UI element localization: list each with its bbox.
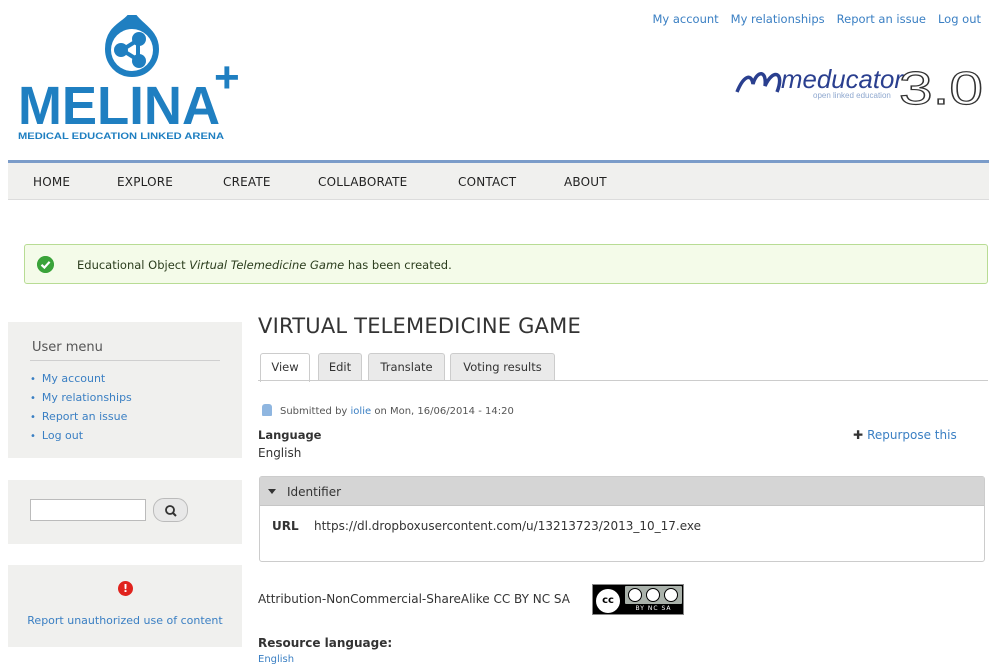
status-object-title: Virtual Telemedicine Game <box>189 258 345 272</box>
top-link-report-issue[interactable]: Report an issue <box>837 12 926 26</box>
search-block <box>8 480 242 544</box>
user-menu-my-account[interactable]: My account <box>30 370 132 389</box>
user-menu-report-issue[interactable]: Report an issue <box>30 408 132 427</box>
search-icon <box>165 505 177 517</box>
status-message: Educational Object Virtual Telemedicine … <box>24 244 988 284</box>
resource-language-label: Resource language: <box>258 636 393 650</box>
user-menu-block: User menu My account My relationships Re… <box>8 322 242 458</box>
molecule-icon <box>104 15 160 78</box>
submitted-date: on Mon, 16/06/2014 - 14:20 <box>371 406 514 417</box>
identifier-fieldset: Identifier URL https://dl.dropboxusercon… <box>259 476 985 562</box>
status-prefix: Educational Object <box>77 258 190 272</box>
identifier-toggle[interactable]: Identifier <box>260 477 984 506</box>
page-title: VIRTUAL TELEMEDICINE GAME <box>258 314 581 338</box>
top-link-my-relationships[interactable]: My relationships <box>731 12 825 26</box>
identifier-legend: Identifier <box>287 485 342 499</box>
meducator-logo[interactable]: meducator open linked education 3.0 <box>733 52 983 112</box>
meducator-tagline: open linked education <box>813 91 891 100</box>
nav-home[interactable]: HOME <box>33 175 70 189</box>
nav-explore[interactable]: EXPLORE <box>117 175 173 189</box>
license-text: Attribution-NonCommercial-ShareAlike CC … <box>258 592 570 606</box>
meducator-m-swoosh <box>735 72 782 93</box>
top-link-log-out[interactable]: Log out <box>938 12 981 26</box>
search-button[interactable] <box>153 498 188 522</box>
resource-language-link[interactable]: English <box>258 654 294 664</box>
submitted-info: Submitted by iolie on Mon, 16/06/2014 - … <box>262 404 514 417</box>
search-input[interactable] <box>30 499 146 521</box>
top-link-my-account[interactable]: My account <box>652 12 718 26</box>
cc-attribution-icons <box>625 586 682 604</box>
url-value: https://dl.dropboxusercontent.com/u/1321… <box>314 519 702 533</box>
repurpose-label: Repurpose this <box>867 428 957 442</box>
meducator-version: 3.0 <box>899 62 983 112</box>
check-circle-icon <box>37 256 54 273</box>
top-links: My account My relationships Report an is… <box>652 12 981 26</box>
tabs-divider <box>258 380 988 381</box>
melina-logo[interactable]: MELINA + MEDICAL EDUCATION LINKED ARENA <box>18 14 248 144</box>
warning-icon: ! <box>118 581 133 596</box>
url-label: URL <box>272 519 299 533</box>
tab-edit[interactable]: Edit <box>318 353 362 381</box>
cc-license-badge[interactable]: cc BY NC SA <box>592 584 684 615</box>
nav-create[interactable]: CREATE <box>223 175 271 189</box>
plus-icon: ✚ <box>853 428 864 442</box>
user-menu-divider <box>30 360 220 361</box>
user-menu-title: User menu <box>32 340 103 355</box>
meducator-wordmark: meducator <box>781 64 904 94</box>
user-icon <box>262 404 272 416</box>
status-text: Educational Object Virtual Telemedicine … <box>77 258 452 272</box>
main-nav: HOME EXPLORE CREATE COLLABORATE CONTACT … <box>8 163 989 200</box>
report-unauthorized-link[interactable]: Report unauthorized use of content <box>8 614 242 627</box>
logo-tagline: MEDICAL EDUCATION LINKED ARENA <box>18 131 224 142</box>
submitted-prefix: Submitted by <box>280 406 351 417</box>
submitted-user-link[interactable]: iolie <box>351 406 372 417</box>
tab-view[interactable]: View <box>260 353 310 382</box>
language-value: English <box>258 446 302 460</box>
nav-contact[interactable]: CONTACT <box>458 175 516 189</box>
tab-voting-results[interactable]: Voting results <box>450 353 555 381</box>
nav-collaborate[interactable]: COLLABORATE <box>318 175 407 189</box>
caret-down-icon <box>268 489 276 494</box>
nav-about[interactable]: ABOUT <box>564 175 607 189</box>
logo-plus: + <box>214 53 240 102</box>
tab-translate[interactable]: Translate <box>368 353 445 381</box>
user-menu-my-relationships[interactable]: My relationships <box>30 389 132 408</box>
report-block: ! Report unauthorized use of content <box>8 565 242 647</box>
logo-wordmark: MELINA <box>18 76 220 136</box>
repurpose-link[interactable]: ✚ Repurpose this <box>853 428 957 442</box>
status-suffix: has been created. <box>344 258 452 272</box>
user-menu-list: My account My relationships Report an is… <box>30 370 132 446</box>
user-menu-log-out[interactable]: Log out <box>30 427 132 446</box>
cc-icon: cc <box>596 589 620 613</box>
language-label: Language <box>258 428 322 442</box>
cc-codes: BY NC SA <box>635 605 672 612</box>
